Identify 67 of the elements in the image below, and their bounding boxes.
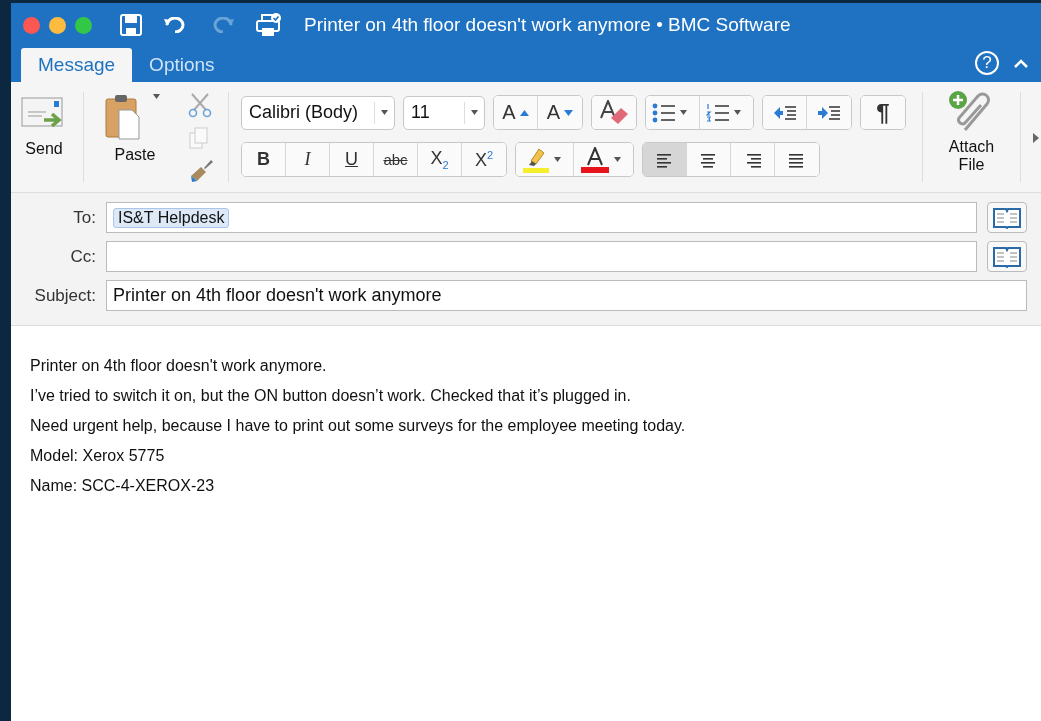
subject-field[interactable]: Printer on 4th floor doesn't work anymore (106, 280, 1027, 311)
shrink-font-button[interactable]: A (538, 96, 582, 129)
decrease-indent-button[interactable] (763, 96, 807, 129)
font-color-button[interactable] (574, 143, 633, 176)
address-book-button[interactable] (987, 202, 1027, 233)
save-icon[interactable] (120, 14, 142, 36)
more-arrow-icon[interactable] (1033, 133, 1039, 143)
body-text-line: Printer on 4th floor doesn't work anymore. (30, 356, 328, 376)
increase-indent-button[interactable] (807, 96, 851, 129)
caret-down-icon (564, 109, 574, 116)
clipboard-icon (104, 94, 143, 140)
show-formatting-button[interactable]: ¶ (861, 96, 905, 129)
align-justify-button[interactable] (775, 143, 819, 176)
paste-button[interactable]: Paste (90, 82, 180, 192)
eraser-icon (599, 99, 629, 126)
address-book-button[interactable] (987, 241, 1027, 272)
ribbon-tab[interactable]: Message (21, 48, 133, 82)
sub-button[interactable]: X$_{2}$ (418, 143, 462, 176)
caret-icon (614, 157, 621, 162)
align-left-button[interactable] (643, 143, 687, 176)
caret-icon (381, 110, 388, 115)
numbered-list-icon (706, 102, 730, 123)
font-name-dropdown[interactable]: Calibri (Body) (241, 95, 395, 130)
address-book-icon (992, 206, 1022, 229)
grow-font-button[interactable]: A (494, 96, 538, 129)
bold-button[interactable]: B (242, 143, 286, 176)
highlighter-icon (522, 146, 550, 173)
attach-file-button[interactable]: Attach File (929, 82, 1014, 192)
field-label: Cc: (69, 246, 96, 267)
body-text-line: I’ve tried to switch it on, but the ON button doesn’t work. Checked that it’s plugged in. (30, 386, 632, 406)
font-size-dropdown[interactable]: 11 (403, 95, 485, 130)
indent-icon (817, 104, 841, 121)
caret-icon (734, 110, 741, 115)
align-right-button[interactable] (731, 143, 775, 176)
field-label: To: (72, 207, 96, 228)
body-text-line: Name: SCC-4-XEROX-23 (30, 476, 216, 496)
help-button[interactable]: ? (975, 51, 999, 75)
numbering-button[interactable] (700, 96, 753, 129)
align-center-button[interactable] (687, 143, 731, 176)
bullets-button[interactable] (646, 96, 700, 129)
recipient-chip[interactable]: IS&T Helpdesk (113, 207, 230, 228)
clear-formatting-button[interactable] (592, 96, 636, 129)
recipient-field[interactable] (106, 241, 977, 272)
caret-icon (680, 110, 687, 115)
caret-icon (471, 110, 478, 115)
recipient-field[interactable]: IS&T Helpdesk (106, 202, 977, 233)
underline-button[interactable]: U (330, 143, 374, 176)
minimize-button[interactable] (49, 16, 66, 34)
paste-caret-icon (152, 94, 160, 99)
collapse-ribbon-icon[interactable] (1013, 58, 1029, 68)
font-color-icon (580, 146, 610, 173)
strike-button[interactable]: abc (374, 143, 418, 176)
outdent-icon (772, 104, 797, 121)
field-label: Subject: (33, 285, 96, 306)
italic-button[interactable]: I (286, 143, 330, 176)
ribbon-tab[interactable]: Options (132, 48, 232, 82)
printer-icon[interactable] (256, 13, 282, 37)
caret-icon (554, 157, 561, 162)
bullet-list-icon (652, 102, 676, 123)
format-painter-icon[interactable] (188, 158, 214, 182)
sup-button[interactable]: X$^{2}$ (462, 143, 506, 176)
caret-up-icon (519, 109, 529, 116)
address-book-icon (992, 245, 1022, 268)
send-button[interactable]: Send (11, 82, 77, 192)
window-title: Printer on 4th floor doesn't work anymore • BMC Software (304, 14, 791, 36)
body-text-line: Model: Xerox 5775 (30, 446, 166, 466)
body-text-line: Need urgent help, because I have to print out some surveys for the employee meeting today. (30, 416, 687, 436)
